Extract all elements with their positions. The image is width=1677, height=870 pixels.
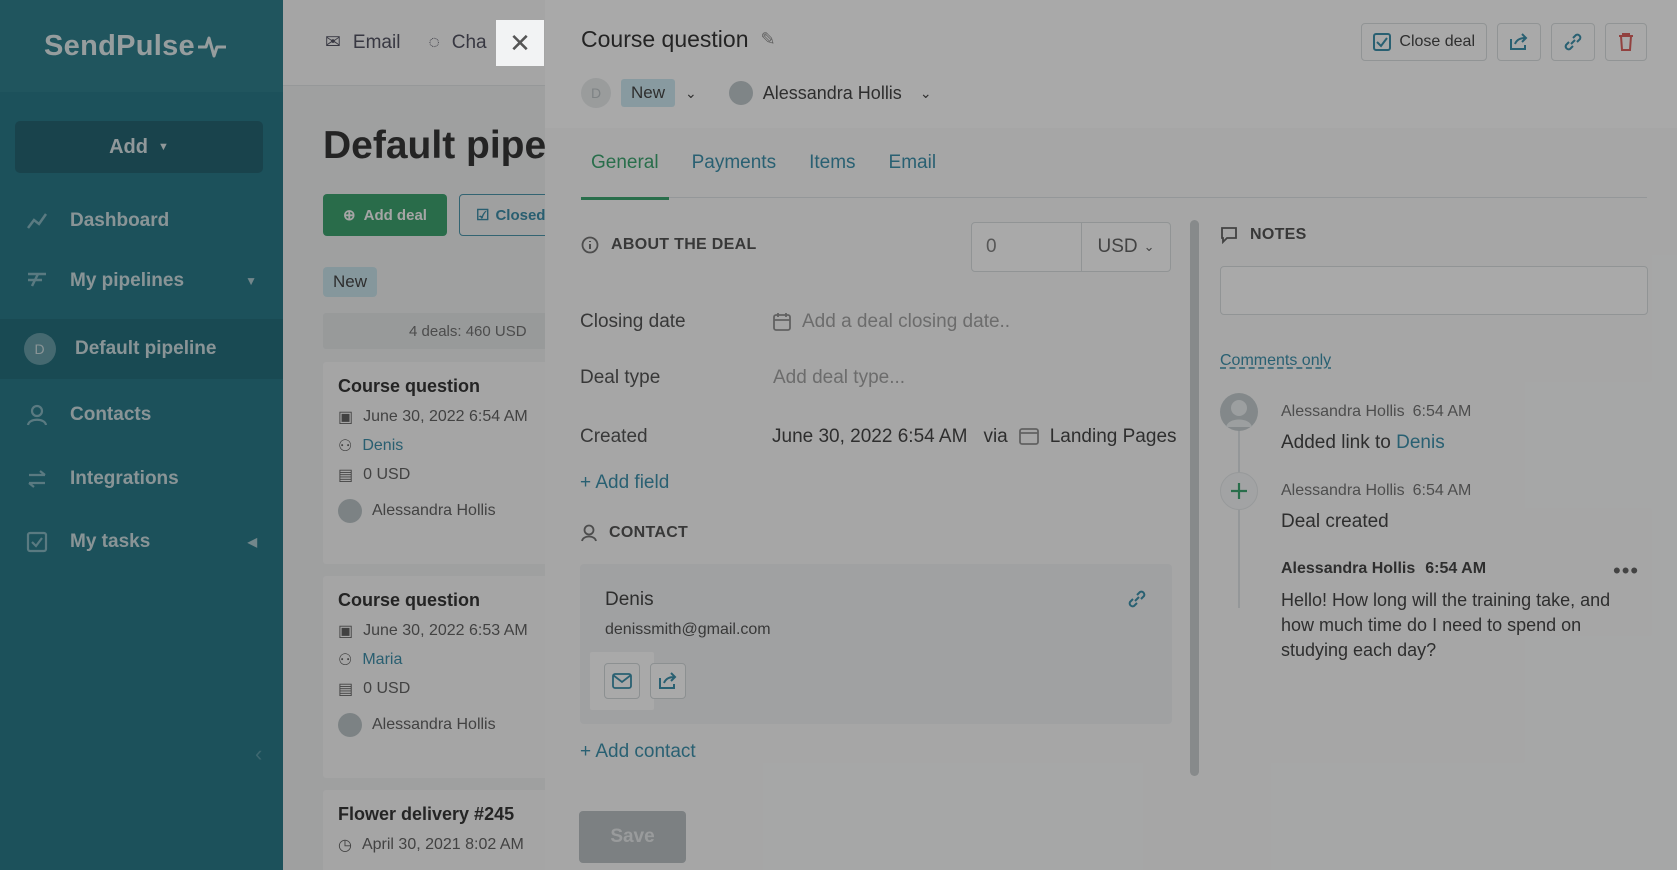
contact-avatar: D — [581, 78, 611, 108]
delete-button[interactable] — [1605, 23, 1647, 61]
calendar-icon — [773, 313, 791, 331]
about-deal-title: ABOUT THE DEAL — [611, 236, 757, 253]
timeline-text: Added link to Denis — [1281, 432, 1445, 454]
tab-email[interactable]: Email — [879, 150, 947, 198]
created-value: June 30, 2022 6:54 AM via Landing Pages — [772, 426, 1177, 448]
deal-tabs: General Payments Items Email — [581, 150, 1647, 200]
deal-panel-header: Course question ✎ Close deal D New ⌄ Ale… — [545, 0, 1677, 128]
envelope-icon — [612, 673, 632, 689]
timeline-time: 6:54 AM — [1412, 403, 1472, 420]
about-deal-heading: ABOUT THE DEAL — [581, 236, 757, 254]
modal-backdrop — [0, 0, 545, 870]
comment-author: Alessandra Hollis — [1281, 560, 1416, 577]
timeline-meta: Alessandra Hollis 6:54 AM — [1281, 482, 1471, 500]
share-icon — [1510, 33, 1528, 50]
comment-time: 6:54 AM — [1425, 560, 1487, 577]
timeline-author: Alessandra Hollis — [1281, 403, 1405, 420]
contact-card: Denis denissmith@gmail.com — [580, 564, 1172, 724]
close-deal-label: Close deal — [1399, 33, 1475, 50]
avatar — [1220, 393, 1258, 431]
contact-heading: CONTACT — [581, 524, 688, 542]
timeline-time: 6:54 AM — [1412, 482, 1472, 499]
created-date: June 30, 2022 6:54 AM — [772, 426, 968, 447]
amount-input[interactable]: 0 — [972, 223, 1082, 271]
copy-link-button[interactable] — [1551, 23, 1595, 61]
more-options-icon[interactable]: ••• — [1613, 558, 1639, 584]
scrollbar[interactable] — [1190, 220, 1199, 776]
close-icon: ✕ — [509, 27, 531, 58]
comments-only-filter[interactable]: Comments only — [1220, 352, 1331, 370]
unlink-contact-icon[interactable] — [1126, 588, 1148, 615]
notes-title: NOTES — [1250, 226, 1307, 243]
deal-title-text: Course question — [581, 26, 749, 52]
comment-body: Hello! How long will the training take, … — [1281, 590, 1611, 660]
info-icon — [581, 236, 599, 254]
tab-items[interactable]: Items — [799, 150, 865, 198]
amount-field: 0 USD ⌄ — [971, 222, 1171, 272]
contact-email: denissmith@gmail.com — [605, 621, 771, 638]
created-label: Created — [580, 426, 648, 447]
plus-icon — [1220, 472, 1258, 510]
close-deal-button[interactable]: Close deal — [1361, 23, 1487, 61]
timeline-contact-link[interactable]: Denis — [1396, 432, 1445, 453]
tab-general[interactable]: General — [581, 150, 669, 200]
deal-type-label: Deal type — [580, 367, 661, 388]
currency-value: USD — [1097, 236, 1138, 257]
comment-icon — [1221, 227, 1237, 244]
share-button[interactable] — [1497, 23, 1541, 61]
checkbox-icon — [1373, 33, 1392, 51]
closing-date-field[interactable]: Add a deal closing date.. — [772, 311, 1010, 333]
trash-icon — [1619, 33, 1633, 51]
add-field-link[interactable]: + Add field — [580, 472, 669, 494]
link-icon — [1564, 33, 1582, 51]
comment-meta: Alessandra Hollis 6:54 AM — [1281, 560, 1486, 578]
timeline-author: Alessandra Hollis — [1281, 482, 1405, 499]
chevron-down-icon[interactable]: ⌄ — [685, 85, 697, 102]
timeline-line — [1238, 420, 1240, 608]
contact-title: CONTACT — [609, 524, 689, 541]
contact-name[interactable]: Denis — [605, 589, 654, 611]
created-source: Landing Pages — [1049, 426, 1177, 447]
add-contact-link[interactable]: + Add contact — [580, 741, 696, 763]
created-via: via — [983, 426, 1008, 447]
notes-input[interactable] — [1220, 266, 1648, 315]
chevron-down-icon: ⌄ — [1143, 239, 1155, 254]
owner-select[interactable]: Alessandra Hollis — [763, 83, 902, 104]
landing-page-icon — [1018, 428, 1039, 445]
chevron-down-icon[interactable]: ⌄ — [920, 85, 932, 102]
deal-meta: D New ⌄ Alessandra Hollis ⌄ — [581, 78, 932, 108]
pencil-icon[interactable]: ✎ — [761, 29, 776, 50]
deal-panel: Course question ✎ Close deal D New ⌄ Ale… — [545, 0, 1677, 870]
share-icon — [659, 672, 677, 689]
notes-heading: NOTES — [1220, 226, 1307, 244]
tab-payments[interactable]: Payments — [682, 150, 786, 198]
user-icon — [581, 524, 597, 542]
deal-title: Course question ✎ — [581, 26, 776, 53]
save-button[interactable]: Save — [579, 811, 686, 863]
closing-date-label: Closing date — [580, 311, 686, 332]
owner-avatar — [728, 81, 753, 105]
share-contact-button[interactable] — [650, 663, 686, 699]
timeline-text-prefix: Added link to — [1281, 432, 1397, 453]
close-panel-button[interactable]: ✕ — [496, 20, 544, 66]
deal-type-field[interactable]: Add deal type... — [773, 367, 905, 389]
email-contact-button[interactable] — [604, 663, 640, 699]
timeline-meta: Alessandra Hollis 6:54 AM — [1281, 403, 1471, 421]
stage-select[interactable]: New — [621, 79, 676, 107]
closing-date-placeholder: Add a deal closing date.. — [802, 311, 1011, 332]
timeline-text: Deal created — [1281, 511, 1389, 532]
currency-select[interactable]: USD ⌄ — [1082, 223, 1170, 271]
